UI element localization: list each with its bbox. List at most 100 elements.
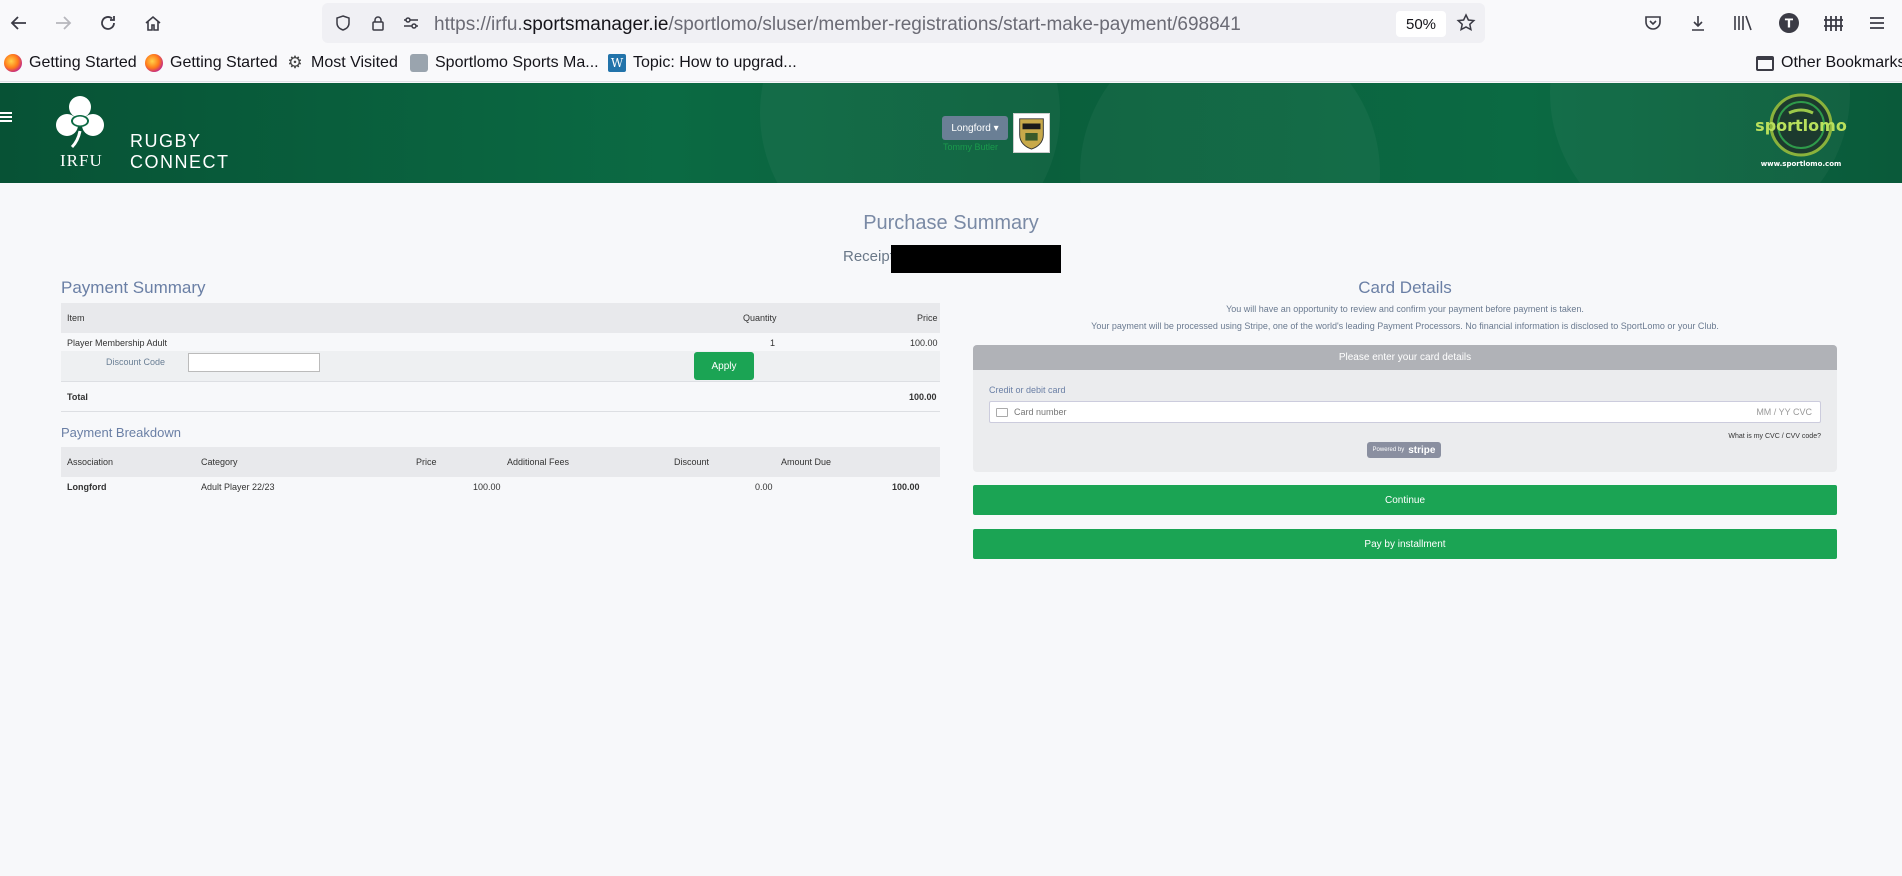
payment-breakdown-header: Association Category Price Additional Fe… [61,447,940,477]
discount-code-input[interactable] [188,353,320,372]
bookmark-label: Getting Started [170,54,278,71]
breakdown-discount: 0.00 [755,482,773,492]
col-item: Item [67,313,85,323]
other-bookmarks[interactable]: Other Bookmarks [1756,54,1902,72]
continue-button[interactable]: Continue [973,485,1837,515]
brand-line-2: CONNECT [130,152,230,172]
col-amount-due: Amount Due [781,457,832,467]
browser-toolbar: https://irfu.sportsmanager.ie/sportlomo/… [0,0,1902,46]
payment-breakdown-title: Payment Breakdown [61,425,181,440]
shield-icon[interactable] [332,12,354,34]
review-note: You will have an opportunity to review a… [1226,304,1584,314]
credit-card-icon [996,408,1008,417]
breakdown-association: Longford [67,482,107,492]
page-title: Purchase Summary [863,212,1039,234]
bookmark-label: Sportlomo Sports Ma... [435,54,599,71]
brand-line-1: RUGBY [130,131,202,151]
bookmark-topic-upgrade[interactable]: W Topic: How to upgrad... [608,54,797,72]
url-domain: sportsmanager.ie [522,14,669,35]
powered-by-text: Powered by [1372,447,1405,453]
table-row: Player Membership Adult 1 100.00 [61,333,940,351]
zoom-level[interactable]: 50% [1396,11,1446,37]
bookmark-label: Most Visited [311,54,398,71]
back-icon[interactable] [6,10,32,36]
col-discount: Discount [674,457,710,467]
bookmark-getting-started-2[interactable]: Getting Started [145,54,278,72]
rugby-connect-title[interactable]: RUGBY CONNECT [130,131,230,173]
divider [61,381,940,382]
payment-summary-title: Payment Summary [61,278,206,297]
reload-icon[interactable] [95,10,121,36]
total-row: Total 100.00 [61,385,940,411]
bookmark-sportlomo[interactable]: Sportlomo Sports Ma... [410,54,599,72]
card-details-panel: Please enter your card details Credit or… [973,345,1837,472]
card-number-input[interactable]: Card number MM / YY CVC [989,401,1821,423]
card-field-label: Credit or debit card [989,385,1066,395]
url-path: /sportlomo/sluser/member-registrations/s… [668,14,1241,35]
breakdown-amount-due: 100.00 [892,482,920,492]
breakdown-price: 100.00 [473,482,501,492]
col-association: Association [67,457,114,467]
menu-icon[interactable] [1864,10,1890,36]
stripe-wordmark: stripe [1408,444,1436,456]
sportlomo-wordmark: sportlomo [1755,116,1847,135]
pocket-icon[interactable] [1640,10,1666,36]
permissions-icon[interactable] [400,12,422,34]
user-name: Tommy Butler [943,142,999,152]
home-icon[interactable] [140,10,166,36]
club-crest-icon [1013,113,1050,153]
bookmark-getting-started-1[interactable]: Getting Started [4,54,137,72]
irfu-wordmark: IRFU [60,151,103,170]
bookmark-label: Topic: How to upgrad... [633,54,797,71]
apply-button[interactable]: Apply [694,352,754,380]
breakdown-category: Adult Player 22/23 [201,482,275,492]
sportlomo-logo-icon[interactable]: sportlomo www.sportlomo.com [1753,91,1849,171]
col-category: Category [201,457,238,467]
club-select-button[interactable]: Longford ▾ [942,116,1008,140]
url-bar[interactable]: https://irfu.sportsmanager.ie/sportlomo/… [322,3,1485,43]
divider [61,411,940,412]
sportlomo-url: www.sportlomo.com [1761,160,1842,168]
firefox-icon [145,54,163,72]
total-label: Total [67,392,88,402]
bookmarks-bar: Getting Started Getting Started ⚙ Most V… [0,46,1902,82]
lock-icon[interactable] [367,12,389,34]
forward-icon[interactable] [50,10,76,36]
pay-by-installment-button[interactable]: Pay by installment [973,529,1837,559]
receipt-label: Receipt: [843,248,899,265]
payment-summary-header: Item Quantity Price [61,303,940,333]
url-prefix: https://irfu. [434,14,523,35]
bookmark-label: Getting Started [29,54,137,71]
extensions-icon[interactable] [1820,10,1846,36]
hamburger-menu-icon[interactable] [0,112,12,124]
total-value: 100.00 [909,392,937,402]
cvc-help-link[interactable]: What is my CVC / CVV code? [1728,433,1821,440]
other-bookmarks-label: Other Bookmarks [1781,54,1902,71]
stripe-note: Your payment will be processed using Str… [1091,321,1719,331]
wordpress-icon: W [608,54,626,72]
card-details-title: Card Details [1358,278,1452,297]
card-number-placeholder: Card number [1014,407,1067,417]
col-quantity: Quantity [743,313,777,323]
library-icon[interactable] [1730,10,1756,36]
bookmark-star-icon[interactable] [1455,12,1477,34]
url-text[interactable]: https://irfu.sportsmanager.ie/sportlomo/… [434,14,1241,36]
expiry-cvc-placeholder: MM / YY CVC [1756,407,1812,417]
powered-by-stripe-badge[interactable]: Powered by stripe [1367,442,1441,458]
col-price: Price [917,313,938,323]
item-quantity: 1 [770,338,776,348]
account-avatar-icon[interactable]: T [1776,10,1802,36]
item-price: 100.00 [910,338,938,348]
svg-text:T: T [1785,17,1794,31]
sportlomo-icon [410,54,428,72]
gear-icon: ⚙ [287,53,303,72]
card-panel-heading: Please enter your card details [973,345,1837,370]
bookmark-most-visited[interactable]: ⚙ Most Visited [286,53,398,72]
site-header: IRFU RUGBY CONNECT Longford ▾ Tommy Butl… [0,83,1902,183]
col-additional-fees: Additional Fees [507,457,570,467]
receipt-redacted-value [891,245,1061,273]
item-name: Player Membership Adult [67,338,168,348]
downloads-icon[interactable] [1685,10,1711,36]
discount-code-label: Discount Code [106,357,166,367]
firefox-icon [4,54,22,72]
